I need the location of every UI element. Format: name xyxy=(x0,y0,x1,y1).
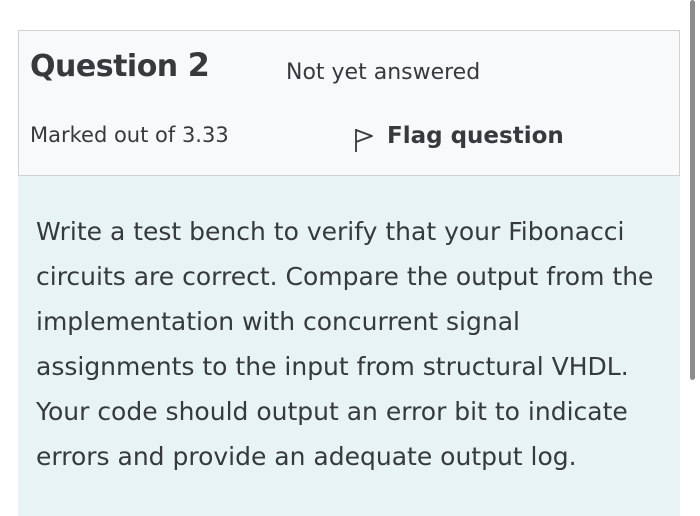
question-title: Question 2 xyxy=(30,46,210,84)
flag-question-button[interactable]: Flag question xyxy=(353,119,564,153)
question-number: 2 xyxy=(187,46,210,84)
flag-question-label[interactable]: Flag question xyxy=(387,123,564,149)
question-text-panel: Write a test bench to verify that your F… xyxy=(18,176,680,516)
question-state: Not yet answered xyxy=(286,60,481,85)
quiz-page: · · · Question 2 Not yet answered Marked… xyxy=(0,0,700,516)
question-info-panel: Question 2 Not yet answered Marked out o… xyxy=(18,30,680,176)
flag-icon[interactable] xyxy=(353,127,375,153)
question-grade: Marked out of 3.33 xyxy=(30,123,229,147)
vertical-scrollbar[interactable] xyxy=(690,0,695,380)
question-label: Question xyxy=(30,49,178,84)
cutoff-previous-content: · · · xyxy=(190,0,390,6)
question-text: Write a test bench to verify that your F… xyxy=(36,217,654,471)
